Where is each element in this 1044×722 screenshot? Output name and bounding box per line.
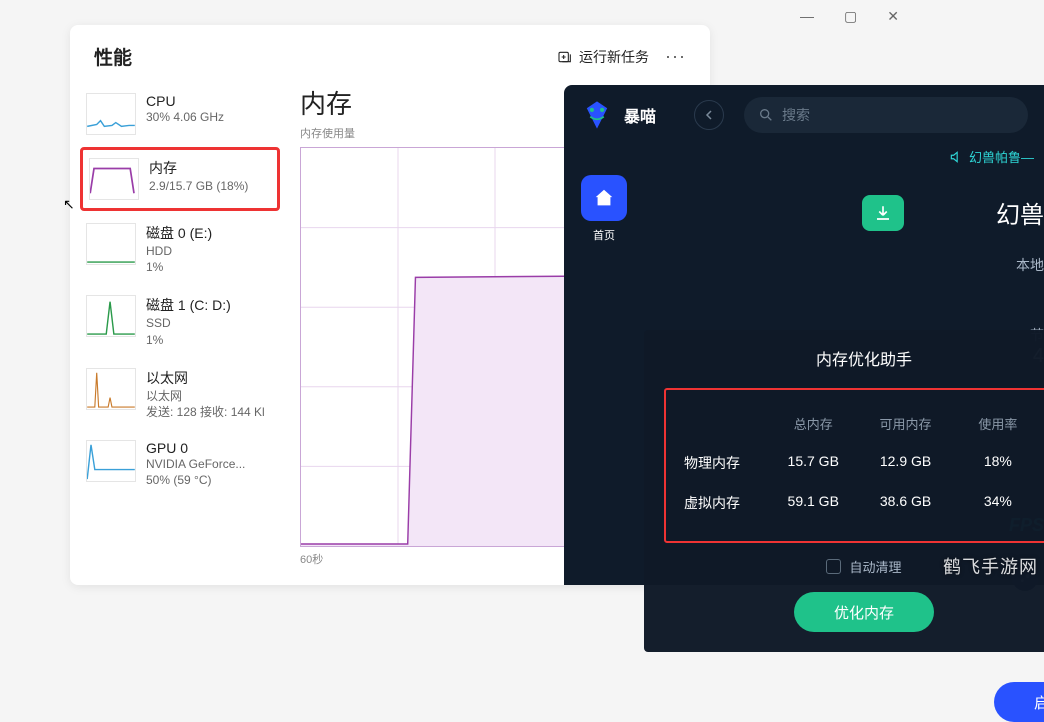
auto-clean-label: 自动清理	[849, 557, 901, 576]
maximize-button[interactable]: ▢	[844, 8, 857, 25]
search-placeholder: 搜索	[782, 105, 810, 125]
sidebar-eth-name: 以太网	[146, 368, 265, 388]
boost-app-window: 暴喵 搜索 首页 幻兽帕鲁— 幻兽 本地 节 4 F	[564, 85, 1044, 585]
game-title: 幻兽	[996, 195, 1044, 230]
start-game-button[interactable]: 启动游戏	[994, 682, 1044, 722]
row-phys-usage: 18%	[952, 453, 1044, 473]
header-usage: 使用率	[952, 414, 1044, 433]
disk1-thumb	[86, 295, 136, 337]
app-logo	[580, 98, 614, 132]
gpu-thumb	[86, 440, 136, 482]
download-button[interactable]	[862, 195, 904, 231]
row-virt-avail: 38.6 GB	[859, 493, 951, 513]
disk0-thumb	[86, 223, 136, 265]
sidebar-item-memory[interactable]: 内存2.9/15.7 GB (18%)	[80, 147, 280, 211]
close-button[interactable]: ✕	[887, 8, 899, 25]
sidebar-item-ethernet[interactable]: 以太网以太网 发送: 128 接收: 144 Kl	[80, 360, 280, 428]
run-task-label: 运行新任务	[579, 47, 649, 67]
sidebar-mem-name: 内存	[149, 158, 248, 178]
sidebar-gpu-name: GPU 0	[146, 440, 245, 456]
row-phys-total: 15.7 GB	[767, 453, 859, 473]
memory-helper-modal: ✕ 内存优化助手 总内存 可用内存 使用率 物理内存 15.7 GB 12.9 …	[644, 330, 1044, 652]
sidebar-cpu-name: CPU	[146, 93, 224, 109]
breadcrumb[interactable]: 幻兽帕鲁—	[949, 147, 1034, 166]
table-row-virtual: 虚拟内存 59.1 GB 38.6 GB 34%	[684, 483, 1044, 523]
row-virt-total: 59.1 GB	[767, 493, 859, 513]
table-header: 总内存 可用内存 使用率	[684, 404, 1044, 443]
modal-title: 内存优化助手	[664, 346, 1044, 370]
minimize-button[interactable]: —	[800, 8, 814, 25]
nav-home-label: 首页	[593, 227, 615, 243]
back-button[interactable]	[694, 100, 724, 130]
breadcrumb-text: 幻兽帕鲁—	[969, 147, 1034, 166]
window-controls: — ▢ ✕	[785, 0, 914, 33]
search-icon	[758, 107, 774, 123]
chevron-left-icon	[703, 109, 715, 121]
optimize-button[interactable]: 优化内存	[794, 592, 934, 632]
memory-table: 总内存 可用内存 使用率 物理内存 15.7 GB 12.9 GB 18% 虚拟…	[664, 388, 1044, 543]
search-input[interactable]: 搜索	[744, 97, 1028, 133]
sidebar-cpu-detail: 30% 4.06 GHz	[146, 109, 224, 125]
more-menu-button[interactable]: ···	[665, 46, 686, 67]
header-blank	[684, 414, 767, 433]
sidebar-item-disk-0[interactable]: 磁盘 0 (E:)HDD 1%	[80, 215, 280, 283]
sidebar-gpu-detail: NVIDIA GeForce... 50% (59 °C)	[146, 456, 245, 488]
header-total: 总内存	[767, 414, 859, 433]
cpu-thumb	[86, 93, 136, 135]
sidebar-disk1-name: 磁盘 1 (C: D:)	[146, 295, 231, 315]
row-phys-avail: 12.9 GB	[859, 453, 951, 473]
nav-home-button[interactable]	[581, 175, 627, 221]
run-task-icon	[557, 49, 573, 65]
app-nav: 首页	[564, 145, 644, 585]
perf-sidebar: CPU30% 4.06 GHz 内存2.9/15.7 GB (18%) 磁盘 0…	[80, 80, 280, 567]
row-phys-label: 物理内存	[684, 453, 767, 473]
sidebar-item-cpu[interactable]: CPU30% 4.06 GHz	[80, 85, 280, 143]
home-icon	[593, 187, 615, 209]
memory-thumb	[89, 158, 139, 200]
app-name: 暴喵	[624, 103, 656, 127]
header-avail: 可用内存	[859, 414, 951, 433]
sidebar-disk1-detail: SSD 1%	[146, 315, 231, 347]
watermark: 鹤飞手游网	[943, 553, 1038, 579]
table-row-physical: 物理内存 15.7 GB 12.9 GB 18%	[684, 443, 1044, 483]
sidebar-disk0-name: 磁盘 0 (E:)	[146, 223, 212, 243]
download-icon	[874, 204, 892, 222]
local-label: 本地	[1016, 255, 1044, 275]
sidebar-item-gpu-0[interactable]: GPU 0NVIDIA GeForce... 50% (59 °C)	[80, 432, 280, 496]
row-virt-label: 虚拟内存	[684, 493, 767, 513]
sidebar-item-disk-1[interactable]: 磁盘 1 (C: D:)SSD 1%	[80, 287, 280, 355]
run-new-task-button[interactable]: 运行新任务	[557, 47, 649, 67]
volume-icon	[949, 150, 963, 164]
row-virt-usage: 34%	[952, 493, 1044, 513]
app-content: 幻兽帕鲁— 幻兽 本地 节 4 FPS ✕ 内存优化助手 总内存	[644, 145, 1044, 585]
cursor-icon: ↖	[63, 196, 75, 213]
page-title: 性能	[94, 43, 132, 70]
sidebar-eth-detail: 以太网 发送: 128 接收: 144 Kl	[146, 388, 265, 420]
sidebar-disk0-detail: HDD 1%	[146, 243, 212, 275]
sidebar-mem-detail: 2.9/15.7 GB (18%)	[149, 178, 248, 194]
checkbox-box	[826, 559, 841, 574]
eth-thumb	[86, 368, 136, 410]
